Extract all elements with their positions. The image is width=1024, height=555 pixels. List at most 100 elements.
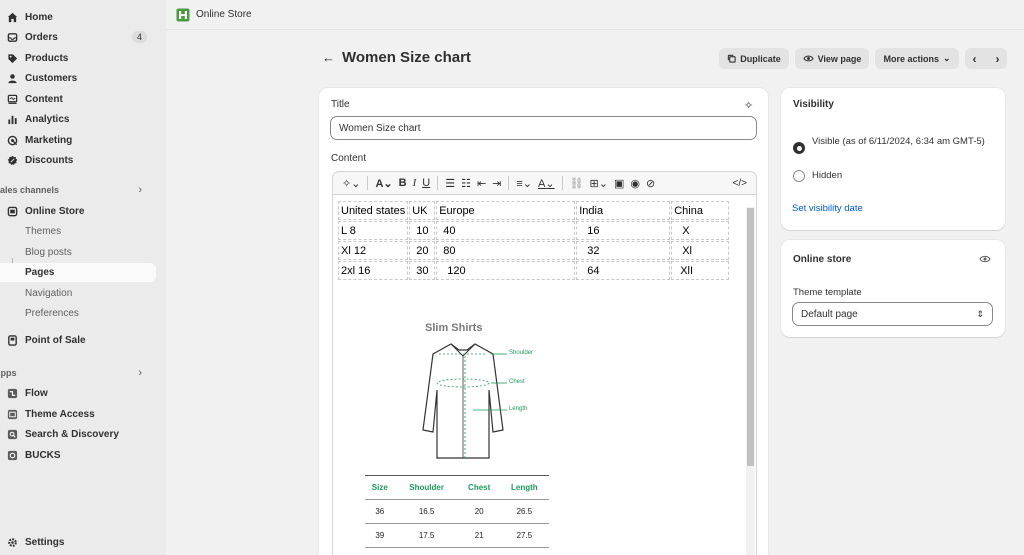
table-cell: 39	[365, 523, 395, 548]
sidebar-subitem-blog-posts[interactable]: Blog posts	[0, 243, 160, 262]
link-icon[interactable]: ⛓	[567, 173, 587, 193]
table-header: Length	[499, 475, 549, 500]
sidebar-item-marketing[interactable]: Marketing	[0, 131, 160, 150]
view-page-button[interactable]: View page	[795, 48, 869, 69]
align-icon[interactable]: ≡⌄	[513, 173, 535, 193]
sidebar-item-label: Products	[25, 53, 69, 64]
sidebar-item-home[interactable]: Home	[0, 8, 160, 27]
theme-template-label: Theme template	[793, 287, 862, 298]
apps-label: Apps	[0, 368, 17, 378]
sidebar-item-products[interactable]: Products	[0, 49, 160, 68]
flow-icon	[6, 388, 18, 400]
numbered-list-icon[interactable]: ☷	[458, 173, 474, 193]
eye-icon	[802, 55, 814, 62]
sidebar-item-label: Content	[25, 94, 63, 105]
shirt-measurement-table: Size Shoulder Chest Length 36 16.5 20 26…	[365, 475, 549, 548]
title-input[interactable]: Women Size chart	[330, 116, 757, 140]
sidebar-subitem-themes[interactable]: Themes	[0, 222, 160, 241]
scrollbar-thumb[interactable]	[747, 208, 754, 466]
more-actions-button[interactable]: More actions ⌄	[875, 48, 959, 69]
sidebar-item-label: Analytics	[25, 114, 70, 125]
chevron-right-icon: ›	[138, 184, 142, 196]
top-bar: Online Store	[166, 0, 1024, 30]
tag-icon	[6, 53, 18, 65]
theme-template-select[interactable]: Default page ⇕	[792, 302, 993, 326]
sidebar-item-label: Customers	[25, 73, 78, 84]
view-page-label: View page	[817, 53, 862, 64]
table-cell: UK	[409, 201, 436, 220]
table-cell: Xl	[671, 241, 730, 260]
image-icon[interactable]: ▣	[611, 173, 627, 193]
search-icon	[6, 429, 18, 441]
table-cell: X	[671, 221, 730, 240]
duplicate-button[interactable]: Duplicate	[719, 48, 789, 69]
outdent-icon[interactable]: ⇤	[474, 173, 489, 193]
table-cell: 27.5	[499, 523, 549, 548]
sidebar-item-label: Online Store	[25, 206, 85, 217]
sidebar-subitem-navigation[interactable]: Navigation	[0, 284, 160, 303]
previous-page-button[interactable]: ‹	[973, 52, 977, 66]
sidebar-item-bucks[interactable]: BUCKS	[0, 446, 160, 465]
sparkle-icon[interactable]: ✧	[744, 99, 753, 112]
bold-icon[interactable]: B	[396, 173, 410, 193]
eye-icon[interactable]	[979, 254, 991, 264]
sidebar-item-settings[interactable]: Settings	[0, 533, 160, 552]
indent-icon[interactable]: ⇥	[489, 173, 504, 193]
table-cell: 30	[409, 261, 436, 280]
theme-template-value: Default page	[801, 308, 858, 320]
content-label: Content	[331, 153, 367, 164]
sales-channels-section[interactable]: Sales channels ›	[0, 182, 154, 198]
code-view-icon[interactable]: </>	[730, 173, 750, 193]
visible-option-label[interactable]: Visible (as of 6/11/2024, 6:34 am GMT-5)	[812, 135, 997, 149]
sidebar-item-content[interactable]: Content	[0, 90, 160, 109]
set-visibility-date-link[interactable]: Set visibility date	[792, 203, 863, 214]
table-cell: L 8	[338, 221, 409, 240]
italic-icon[interactable]: I	[410, 173, 420, 193]
sidebar-subitem-preferences[interactable]: Preferences	[0, 304, 160, 323]
length-annotation: Length	[509, 406, 528, 412]
table-cell: 17.5	[394, 523, 459, 548]
table-cell: United states	[338, 201, 409, 220]
hidden-option-label[interactable]: Hidden	[812, 170, 842, 181]
video-icon[interactable]: ◉	[627, 173, 643, 193]
table-row: Size Shoulder Chest Length	[365, 475, 549, 500]
sidebar-item-flow[interactable]: Flow	[0, 384, 160, 403]
sidebar-item-search-discovery[interactable]: Search & Discovery	[0, 425, 160, 444]
sidebar-item-online-store[interactable]: Online Store	[0, 202, 160, 221]
bullet-list-icon[interactable]: ☰	[442, 173, 458, 193]
apps-section[interactable]: Apps ›	[0, 365, 154, 381]
toolbar-divider	[561, 176, 563, 190]
back-arrow-icon[interactable]: ←	[322, 50, 335, 65]
table-cell: 2xl 16	[338, 261, 409, 280]
shirt-size-image[interactable]: Slim Shirts Shoulder Chest Length Size S…	[363, 315, 553, 555]
table-row: 39 17.5 21 27.5	[365, 523, 549, 548]
text-color-icon[interactable]: A⌄	[535, 173, 558, 193]
sidebar-item-point-of-sale[interactable]: Point of Sale	[0, 331, 160, 350]
hidden-radio[interactable]	[793, 170, 805, 182]
sidebar-item-orders[interactable]: Orders 4	[0, 28, 160, 47]
font-size-icon[interactable]: A⌄	[372, 173, 395, 193]
editor-scrollbar[interactable]	[746, 207, 755, 555]
table-cell: 20	[458, 499, 500, 524]
underline-icon[interactable]: U	[419, 173, 433, 193]
visible-radio[interactable]	[793, 142, 805, 154]
chevron-right-icon: ›	[138, 367, 142, 379]
orders-count-badge: 4	[131, 31, 147, 43]
sidebar-item-discounts[interactable]: Discounts	[0, 151, 160, 170]
sidebar-subitem-pages[interactable]: Pages	[0, 263, 156, 282]
magic-icon[interactable]: ✧⌄	[339, 173, 363, 193]
sidebar-item-analytics[interactable]: Analytics	[0, 110, 160, 129]
next-page-button[interactable]: ›	[996, 52, 1000, 66]
sidebar-item-theme-access[interactable]: Theme Access	[0, 405, 160, 424]
topbar-title: Online Store	[196, 9, 252, 20]
table-icon[interactable]: ⊞⌄	[587, 173, 611, 193]
sidebar-item-customers[interactable]: Customers	[0, 69, 160, 88]
table-cell: Xl 12	[338, 241, 409, 260]
table-cell: 40	[436, 221, 576, 240]
size-table: United states UK Europe India China L 8 …	[337, 200, 730, 281]
pos-icon	[6, 335, 18, 347]
sales-channels-label: Sales channels	[0, 185, 60, 195]
clear-format-icon[interactable]: ⊘	[643, 173, 658, 193]
rich-text-editor[interactable]: United states UK Europe India China L 8 …	[332, 195, 757, 555]
sidebar-subitem-label: Themes	[25, 226, 62, 237]
